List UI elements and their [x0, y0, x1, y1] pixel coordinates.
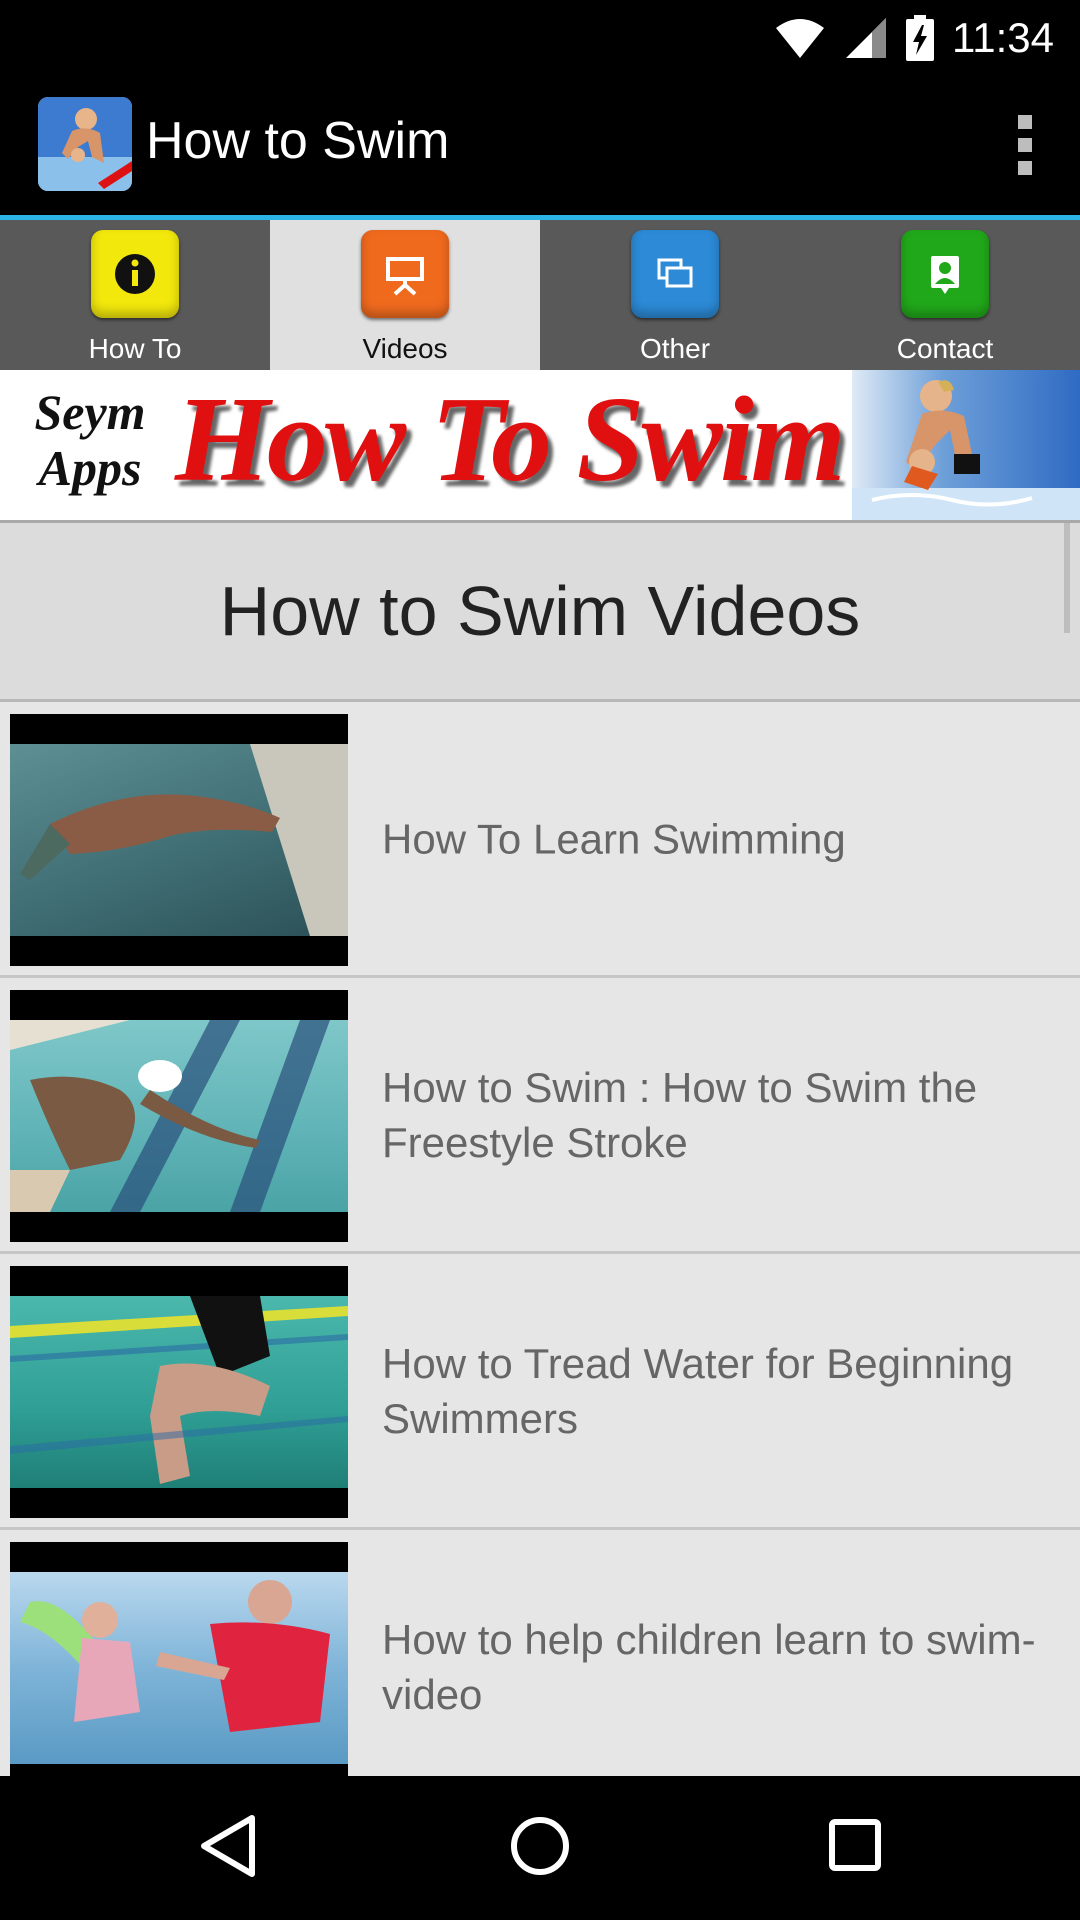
banner-ad[interactable]: Seym Apps How To Swim [0, 370, 1080, 520]
video-thumbnail [10, 714, 348, 966]
brand-line-2: Apps [38, 440, 142, 496]
recents-icon[interactable] [810, 1806, 900, 1886]
wifi-icon [776, 19, 824, 58]
status-bar: 11:34 [0, 0, 1080, 75]
video-title: How to help children learn to swim- vide… [382, 1615, 1036, 1718]
list-item[interactable]: How to help children learn to swim- vide… [0, 1530, 1080, 1776]
video-title: How to Tread Water for Beginning Swimmer… [382, 1339, 1014, 1442]
tab-bar: How To Videos Other Contact [0, 215, 1080, 370]
tab-how-to[interactable]: How To [0, 220, 270, 370]
list-item[interactable]: How To Learn Swimming [0, 702, 1080, 978]
video-thumbnail [10, 990, 348, 1242]
battery-charging-icon [906, 15, 934, 61]
video-thumbnail [10, 1542, 348, 1776]
nav-bar [0, 1776, 1080, 1920]
overflow-menu-icon[interactable] [1010, 115, 1040, 177]
presentation-icon [361, 230, 449, 318]
banner-title: How To Swim [175, 372, 846, 507]
brand-logo: Seym Apps [20, 384, 160, 496]
tab-label: Contact [896, 333, 994, 364]
back-icon[interactable] [182, 1806, 272, 1886]
cell-signal-icon [846, 18, 886, 58]
page-title: How to Swim Videos [219, 572, 861, 650]
swimmer-app-icon [38, 97, 132, 191]
info-icon [91, 230, 179, 318]
tab-other[interactable]: Other [540, 220, 810, 370]
section-header: How to Swim Videos [0, 520, 1080, 702]
home-icon[interactable] [495, 1806, 585, 1886]
swimmer-illustration [852, 370, 1080, 520]
copy-icon [631, 230, 719, 318]
contact-icon [901, 230, 989, 318]
tab-contact[interactable]: Contact [810, 220, 1080, 370]
video-title: How To Learn Swimming [382, 815, 846, 862]
scrollbar[interactable] [1064, 523, 1070, 633]
brand-line-1: Seym [34, 384, 146, 440]
tab-videos[interactable]: Videos [270, 220, 540, 370]
tab-label: How To [88, 333, 182, 364]
video-list: How To Learn Swimming How to Swim : How … [0, 702, 1080, 1776]
list-item[interactable]: How to Swim : How to Swim the Freestyle … [0, 978, 1080, 1254]
action-bar: How to Swim [0, 75, 1080, 215]
app-title: How to Swim [146, 112, 450, 170]
video-title: How to Swim : How to Swim the Freestyle … [382, 1063, 978, 1166]
list-item[interactable]: How to Tread Water for Beginning Swimmer… [0, 1254, 1080, 1530]
video-thumbnail [10, 1266, 348, 1518]
clock: 11:34 [952, 14, 1054, 61]
tab-label: Other [639, 333, 711, 364]
tab-label: Videos [362, 333, 448, 364]
